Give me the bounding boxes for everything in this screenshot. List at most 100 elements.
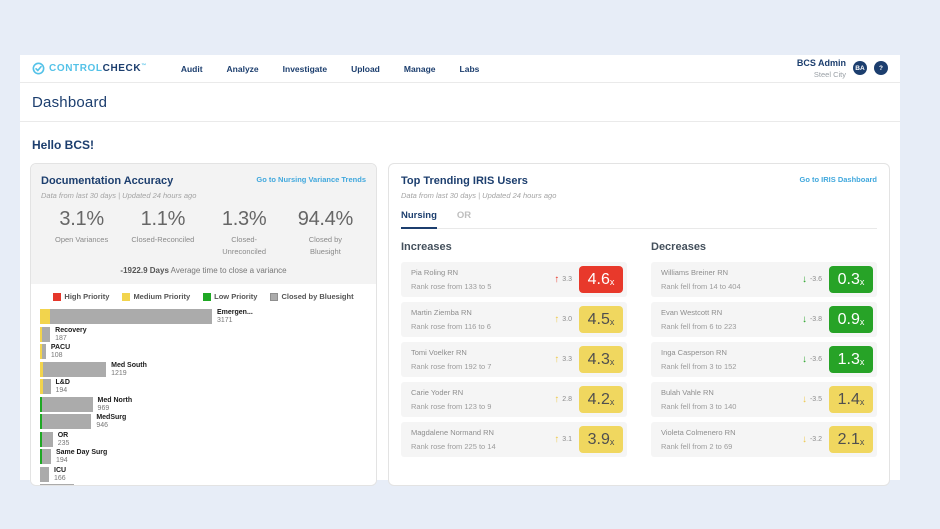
nav-item-manage[interactable]: Manage: [404, 64, 436, 74]
bar-department-name: L&D: [56, 379, 70, 387]
user-row-violeta-colmenero-rn[interactable]: Violeta Colmenero RNRank fell from 2 to …: [651, 422, 877, 457]
user-row-pia-roling-rn[interactable]: Pia Roling RNRank rose from 133 to 5↑3.3…: [401, 262, 627, 297]
user-row-martin-ziemba-rn[interactable]: Martin Ziemba RNRank rose from 116 to 6↑…: [401, 302, 627, 337]
stat-closed-reconciled: 1.1% Closed-Reconciled: [122, 208, 203, 258]
bar[interactable]: [40, 484, 367, 485]
arrow-down-icon: ↓: [802, 354, 807, 365]
user-info: Martin Ziemba RNRank rose from 116 to 6: [411, 308, 554, 331]
stat-closed-unreconciled: 1.3%Closed-Unreconciled: [204, 208, 285, 258]
bar-label: Same Day Surg194: [56, 449, 107, 465]
nav-item-analyze[interactable]: Analyze: [227, 64, 259, 74]
user-name-text: Evan Westcott RN: [661, 308, 802, 317]
delta-value: 3.3: [562, 356, 572, 363]
brand-logo[interactable]: CONTROLCHECK™: [32, 62, 147, 75]
bar-label: OR235: [58, 432, 70, 448]
decreases-column: Decreases Williams Breiner RNRank fell f…: [651, 241, 877, 485]
nav-item-investigate[interactable]: Investigate: [283, 64, 327, 74]
bar-label: Recovery187: [55, 327, 87, 343]
multiplier-badge: 4.6x: [579, 266, 623, 293]
user-avatar[interactable]: BA: [853, 61, 867, 75]
multiplier-badge: 4.2x: [579, 386, 623, 413]
user-row-inga-casperson-rn[interactable]: Inga Casperson RNRank fell from 3 to 152…: [651, 342, 877, 377]
user-info: Evan Westcott RNRank fell from 6 to 223: [661, 308, 802, 331]
bar-label: Emergen...3171: [217, 309, 253, 325]
bar-row-or: OR235: [40, 432, 367, 447]
legend-label: Medium Priority: [133, 292, 190, 301]
user-info: Tomi Voelker RNRank rose from 192 to 7: [411, 348, 554, 371]
documentation-accuracy-header: Documentation Accuracy Go to Nursing Var…: [31, 164, 376, 284]
main-content: Hello BCS! Documentation Accuracy Go to …: [20, 122, 900, 486]
user-row-williams-breiner-rn[interactable]: Williams Breiner RNRank fell from 14 to …: [651, 262, 877, 297]
nav-item-labs[interactable]: Labs: [460, 64, 480, 74]
bar-department-name: Recovery: [55, 327, 87, 335]
user-row-bulah-vahle-rn[interactable]: Bulah Vahle RN Rank fell from 3 to 140↓-3…: [651, 382, 877, 417]
bar[interactable]: [40, 379, 367, 394]
tab-or[interactable]: OR: [457, 210, 471, 228]
bar-value: 166: [54, 475, 66, 483]
multiplier-badge: 3.9x: [579, 426, 623, 453]
average-close-time: -1922.9 Days Average time to close a var…: [41, 266, 366, 275]
legend-closed-by-bluesight: Closed by Bluesight: [270, 292, 353, 301]
brand-name-control: CONTROL: [49, 63, 103, 74]
stat-value: 94.4%: [285, 208, 366, 231]
bar-value: 969: [98, 405, 133, 413]
user-name-text: Bulah Vahle RN: [661, 388, 802, 397]
controlcheck-logo-icon: [32, 62, 45, 75]
arrow-up-icon: ↑: [554, 394, 559, 405]
bar-segment-closed: [40, 467, 49, 482]
bar-value: 946: [96, 422, 126, 430]
bar[interactable]: [40, 467, 367, 482]
user-rank-change: Rank fell from 3 to 152: [661, 362, 802, 371]
bar[interactable]: [40, 414, 367, 429]
nursing-variance-trends-link[interactable]: Go to Nursing Variance Trends: [256, 175, 366, 184]
bar-value: 194: [56, 457, 107, 465]
iris-users-subtitle: Data from last 30 days | Updated 24 hour…: [401, 191, 877, 200]
user-info: Inga Casperson RNRank fell from 3 to 152: [661, 348, 802, 371]
delta-value: -3.2: [810, 436, 822, 443]
bar[interactable]: [40, 344, 367, 359]
bar-segment-closed: [50, 309, 212, 324]
help-icon[interactable]: ?: [874, 61, 888, 75]
user-rank-change: Rank fell from 3 to 140: [661, 402, 802, 411]
iris-users-card: Top Trending IRIS Users Go to IRIS Dashb…: [388, 163, 890, 486]
user-text: BCS Admin Steel City: [797, 57, 846, 79]
user-row-magdalene-normand-rn[interactable]: Magdalene Normand RNRank rose from 225 t…: [401, 422, 627, 457]
bar[interactable]: [40, 397, 367, 412]
user-name-text: Pia Roling RN: [411, 268, 554, 277]
brand-name-check: CHECK: [103, 63, 142, 74]
delta-value: -3.5: [810, 396, 822, 403]
multiplier-badge: 0.3x: [829, 266, 873, 293]
documentation-accuracy-card: Documentation Accuracy Go to Nursing Var…: [30, 163, 377, 486]
bar-department-name: Med South: [111, 362, 147, 370]
bar[interactable]: [40, 309, 367, 324]
multiplier-badge: 1.4x: [829, 386, 873, 413]
user-row-carie-yoder-rn[interactable]: Carie Yoder RNRank rose from 123 to 9↑2.…: [401, 382, 627, 417]
arrow-up-icon: ↑: [554, 434, 559, 445]
stat-label: Closed-Reconciled: [122, 234, 203, 246]
bar-segment-closed: [43, 379, 50, 394]
user-row-tomi-voelker-rn[interactable]: Tomi Voelker RNRank rose from 192 to 7↑3…: [401, 342, 627, 377]
nav-item-audit[interactable]: Audit: [181, 64, 203, 74]
tab-nursing[interactable]: Nursing: [401, 210, 437, 229]
user-row-evan-westcott-rn[interactable]: Evan Westcott RNRank fell from 6 to 223↓…: [651, 302, 877, 337]
stat-value: 1.1%: [122, 208, 203, 231]
delta-value: 2.8: [562, 396, 572, 403]
bar[interactable]: [40, 327, 367, 342]
user-info: Carie Yoder RNRank rose from 123 to 9: [411, 388, 554, 411]
increases-header: Increases: [401, 241, 627, 253]
arrow-down-icon: ↓: [802, 394, 807, 405]
nav-item-upload[interactable]: Upload: [351, 64, 380, 74]
increases-rows: Pia Roling RNRank rose from 133 to 5↑3.3…: [401, 262, 627, 457]
user-box: BCS Admin Steel City BA ?: [797, 57, 888, 79]
iris-dashboard-link[interactable]: Go to IRIS Dashboard: [799, 175, 877, 184]
bar[interactable]: [40, 432, 367, 447]
bar[interactable]: [40, 362, 367, 377]
bar-row-clipped: [40, 484, 367, 485]
delta-value: -3.6: [810, 276, 822, 283]
user-name-text: Williams Breiner RN: [661, 268, 802, 277]
main-nav: Audit Analyze Investigate Upload Manage Labs: [181, 64, 480, 74]
bar-segment-closed: [42, 327, 50, 342]
bar-value: 235: [58, 440, 70, 448]
stat-closed-by-bluesight: 94.4%Closed byBluesight: [285, 208, 366, 258]
user-info: Violeta Colmenero RNRank fell from 2 to …: [661, 428, 802, 451]
